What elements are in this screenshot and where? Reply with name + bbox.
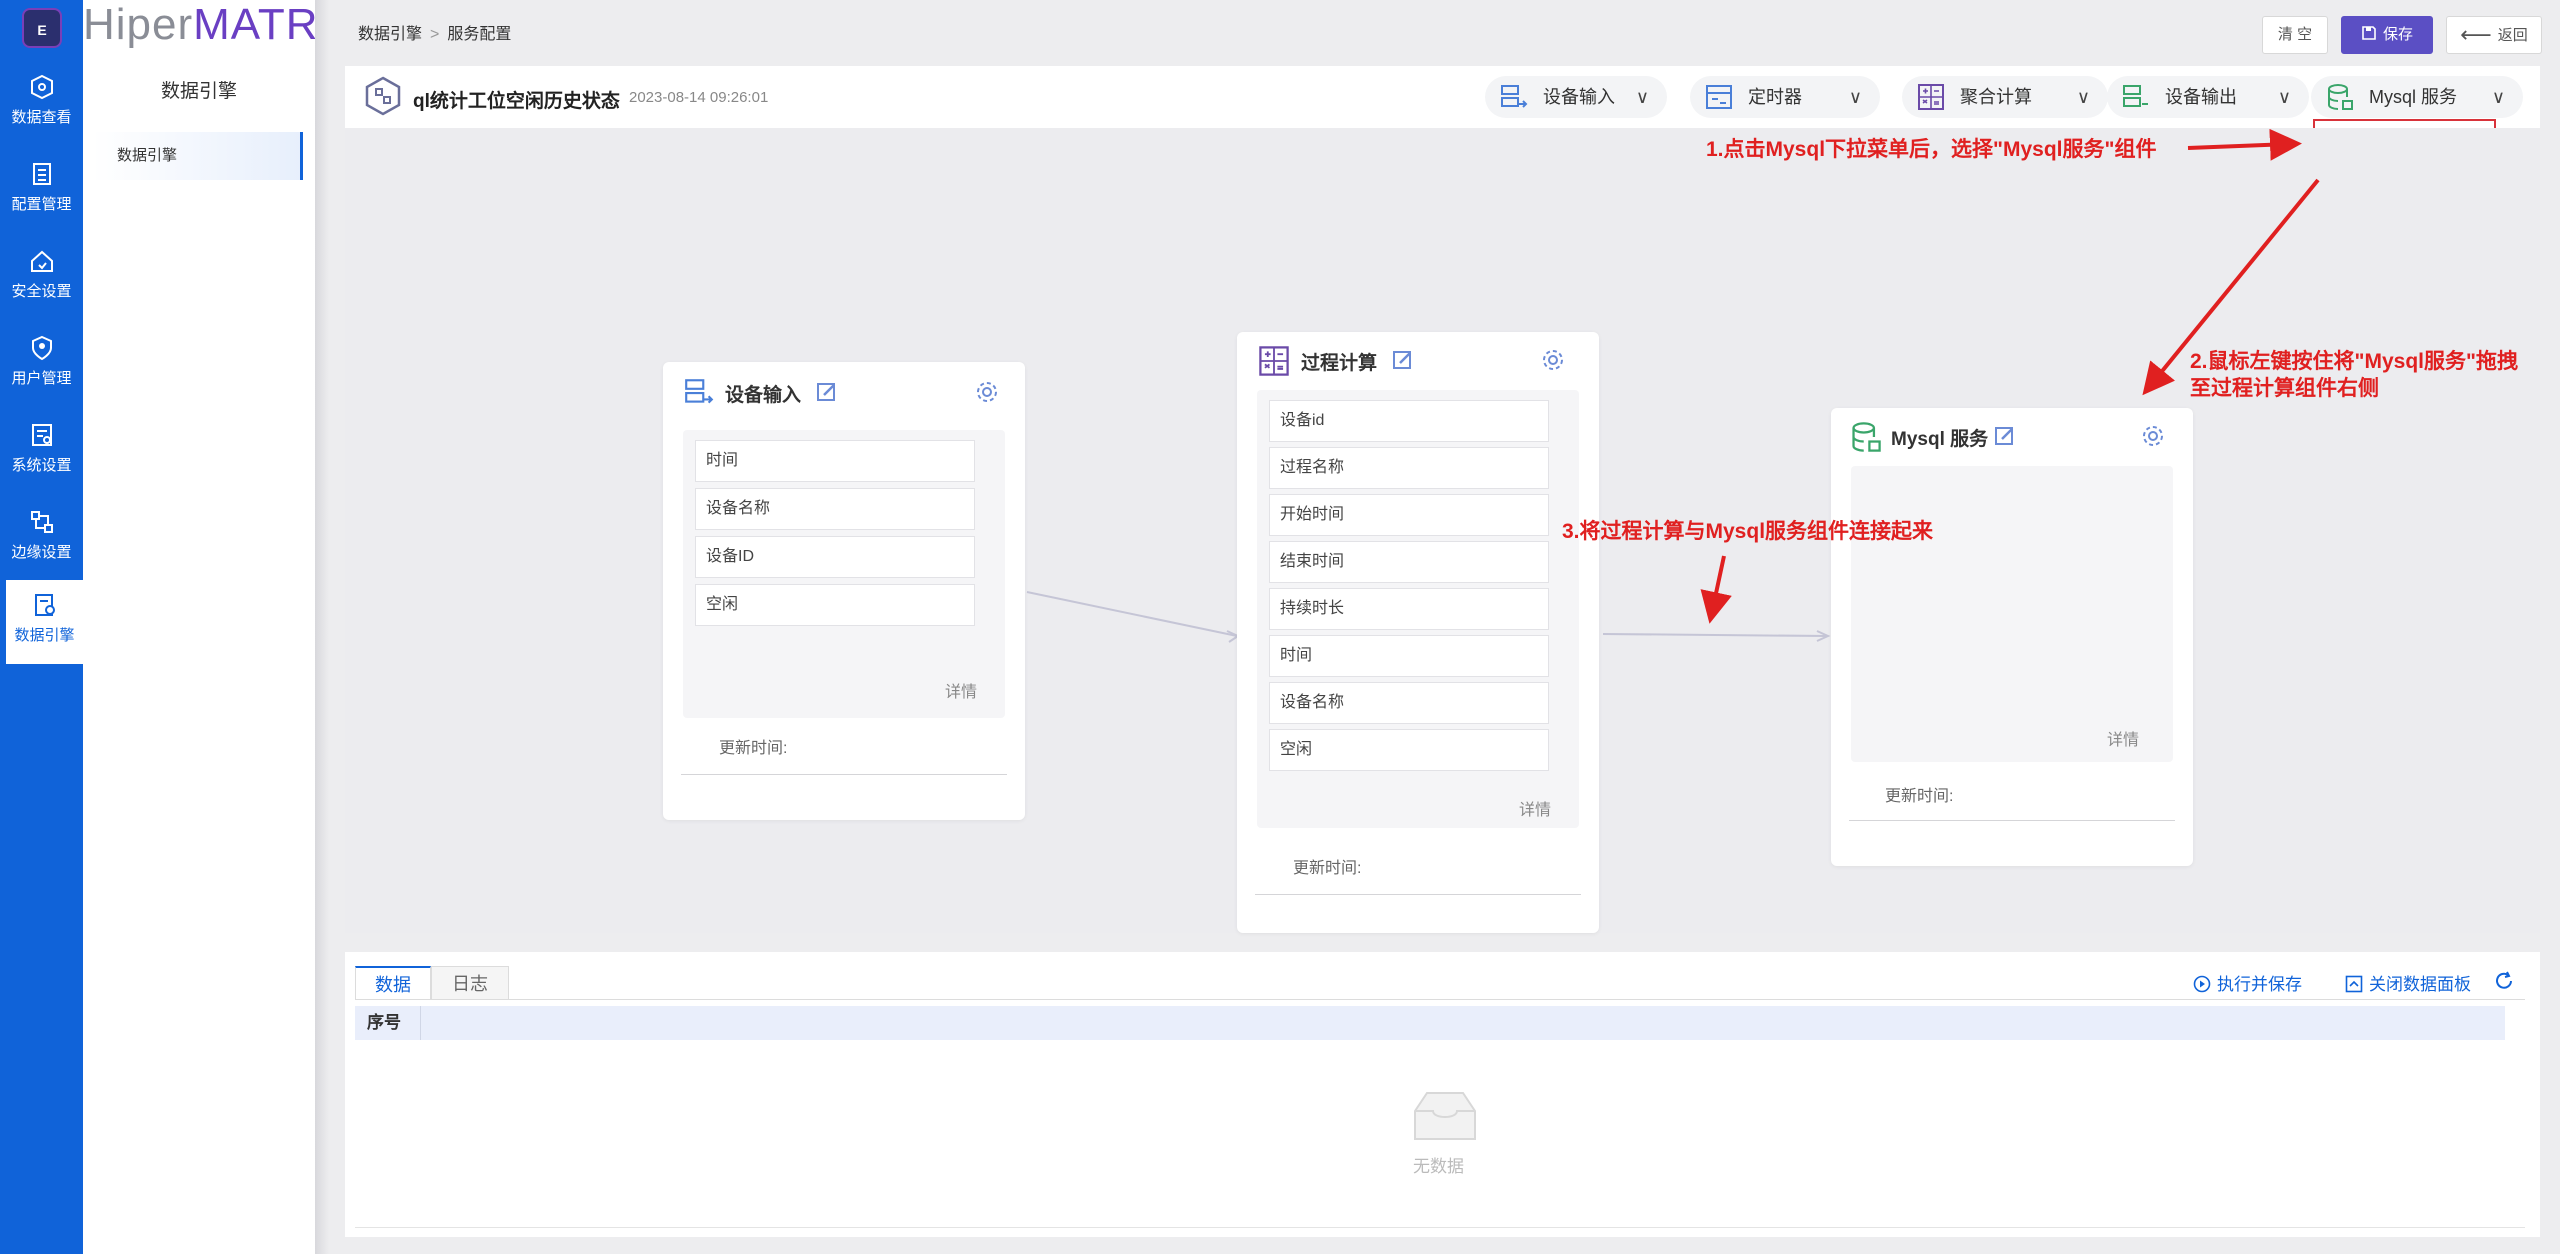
empty-state-text: 无数据 [1413,1157,1464,1176]
play-circle-icon [2193,975,2211,993]
tab-divider [355,999,2525,1000]
collapse-icon [2345,975,2363,993]
tab-data[interactable]: 数据 [355,966,431,1000]
data-table-header: 序号 [355,1006,2505,1040]
data-panel: 数据 日志 执行并保存 关闭数据面板 序号 无数据 [345,952,2540,1237]
execute-and-save-label: 执行并保存 [2217,975,2302,994]
refresh-icon[interactable] [2493,970,2515,992]
close-data-panel-button[interactable]: 关闭数据面板 [2345,970,2471,995]
panel-bottom-divider [355,1227,2525,1228]
execute-and-save-button[interactable]: 执行并保存 [2193,970,2302,995]
close-data-panel-label: 关闭数据面板 [2369,975,2471,994]
empty-inbox-icon [1414,1092,1476,1140]
column-header-index[interactable]: 序号 [355,1006,421,1040]
tab-log[interactable]: 日志 [431,966,509,1000]
